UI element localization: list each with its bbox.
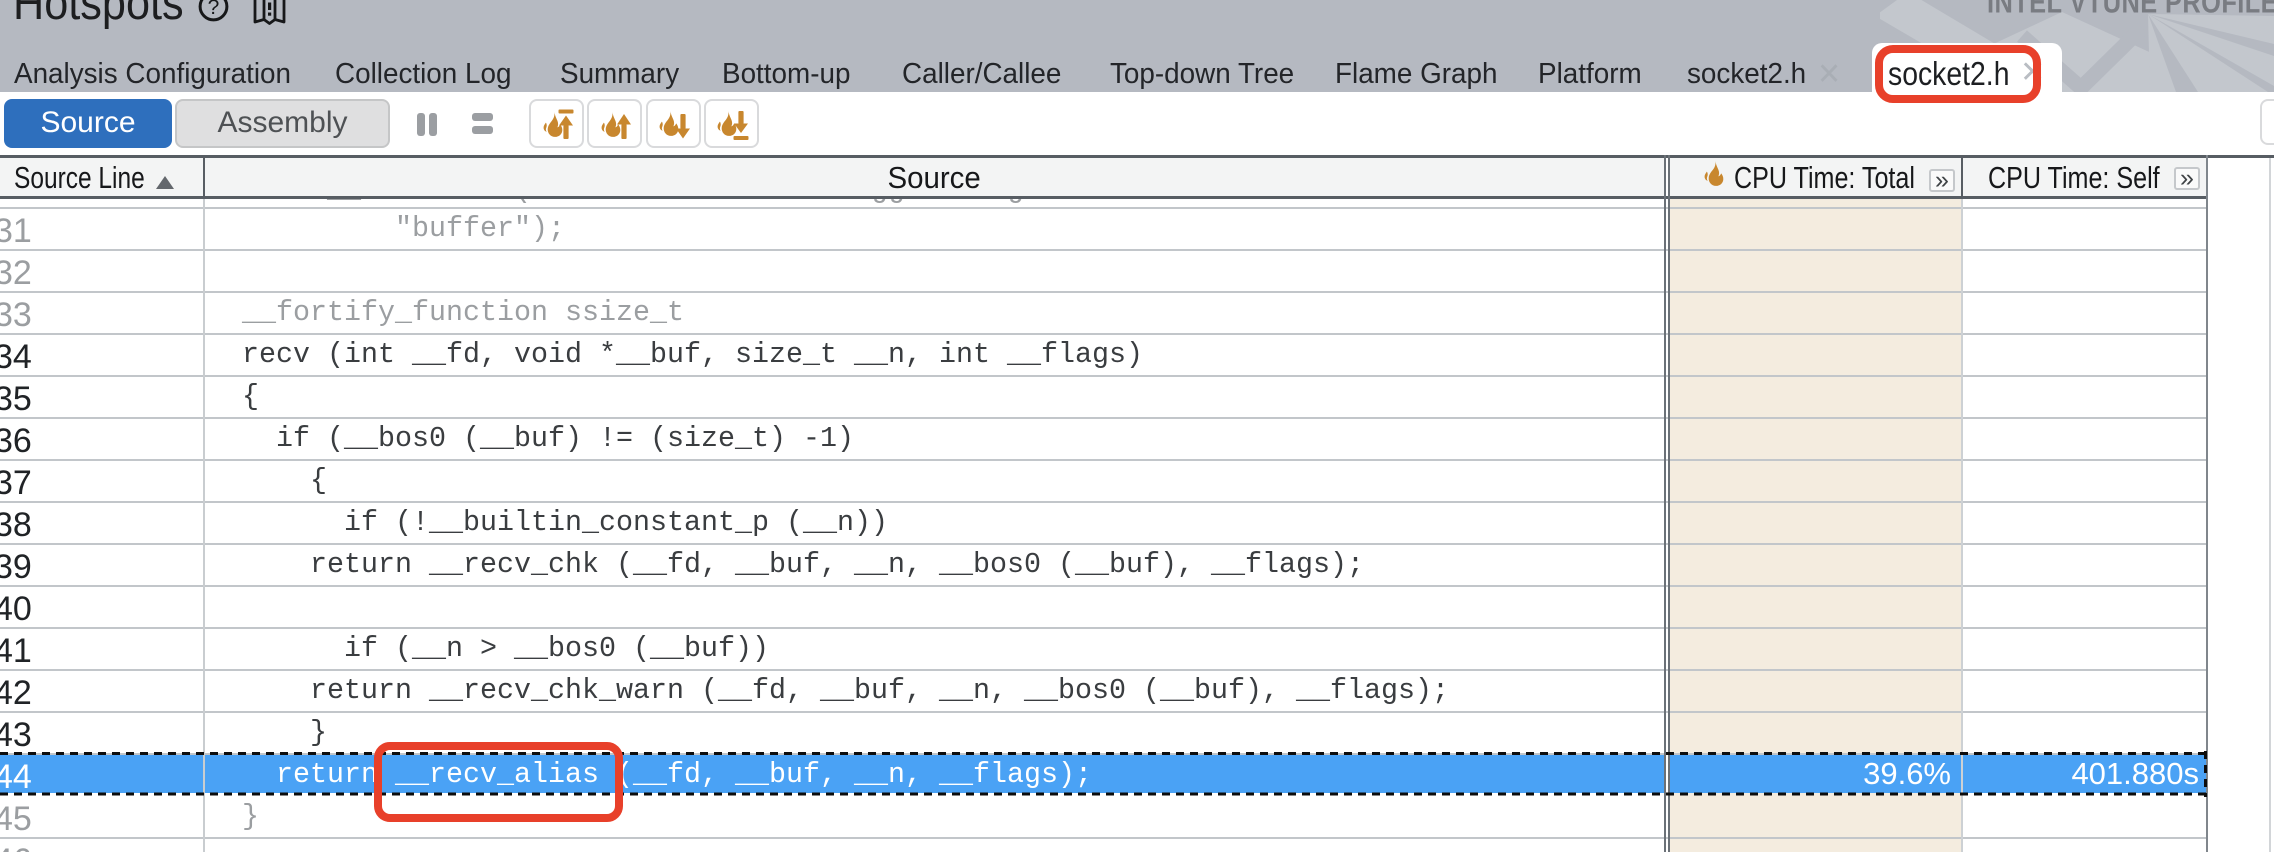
svg-text:INTEL VTUNE PROFILER: INTEL VTUNE PROFILER	[1987, 0, 2274, 20]
svg-text:?: ?	[208, 0, 220, 19]
